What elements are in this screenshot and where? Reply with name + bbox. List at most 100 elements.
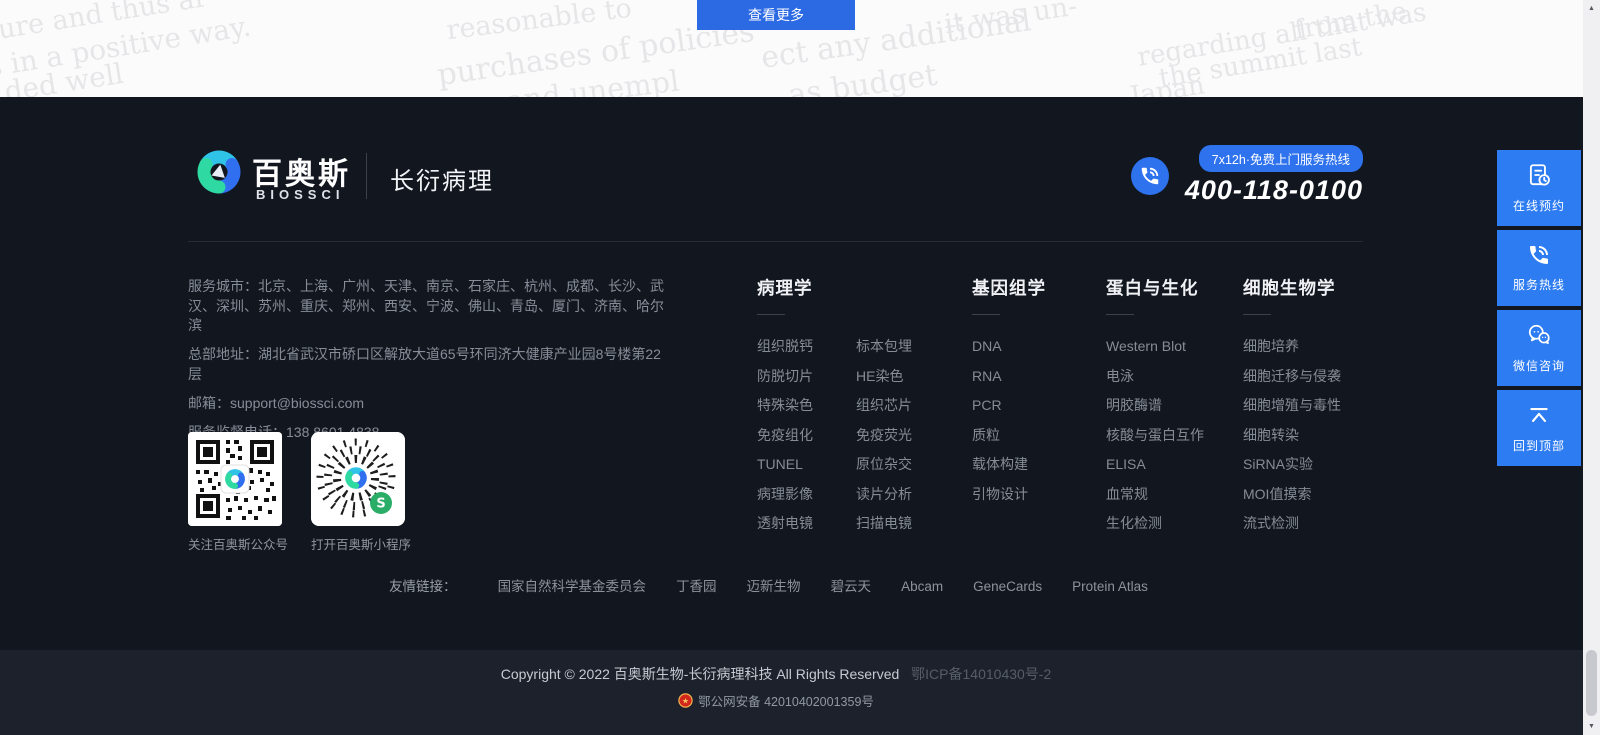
wechat-official-qr-block: 关注百奥斯公众号 [188, 432, 282, 553]
friend-link[interactable]: Protein Atlas [1072, 579, 1148, 594]
footer-link[interactable]: 血常规 [1106, 480, 1204, 510]
qr-caption: 关注百奥斯公众号 [188, 534, 282, 553]
footer-link[interactable]: 质粒 [972, 421, 1046, 451]
footer-link[interactable]: 病理影像 [757, 480, 830, 510]
footer-link[interactable]: 细胞培养 [1243, 332, 1341, 362]
footer-link[interactable]: 特殊染色 [757, 391, 830, 421]
friend-links-label: 友情链接： [389, 575, 457, 595]
phone-circle-icon [1131, 157, 1169, 195]
hotline-badge: 7x12h·免费上门服务热线 [1199, 145, 1363, 172]
footer-link[interactable]: 透射电镜 [757, 509, 830, 539]
friend-link[interactable]: 国家自然科学基金委员会 [498, 579, 647, 594]
footer-link[interactable]: DNA [972, 332, 1046, 362]
svg-text:S: S [376, 497, 385, 512]
footer-link[interactable]: ELISA [1106, 450, 1204, 480]
friend-link[interactable]: 迈新生物 [747, 579, 801, 594]
quick-action-sidebar: 在线预约 服务热线 [1497, 150, 1581, 466]
scrollbar-up-arrow[interactable]: ▲ [1583, 0, 1600, 17]
sub-brand-name: 长衍病理 [390, 161, 494, 196]
footer-link[interactable]: 引物设计 [972, 480, 1046, 510]
footer-link[interactable]: 原位杂交 [856, 450, 912, 480]
footer-link[interactable]: 电泳 [1106, 362, 1204, 392]
contact-info: 服务城市：北京、上海、广州、天津、南京、石家庄、杭州、成都、长沙、武汉、深圳、苏… [188, 277, 674, 452]
footer-link[interactable]: 载体构建 [972, 450, 1046, 480]
footer-link[interactable]: Western Blot [1106, 332, 1204, 362]
footer-link[interactable]: 标本包埋 [856, 332, 912, 362]
hotline-block: 7x12h·免费上门服务热线 400-118-0100 [1131, 145, 1363, 206]
friend-link[interactable]: Abcam [901, 579, 943, 594]
page-top-preview: ature and thus af- s in a positive way. … [0, 0, 1600, 97]
footer-link[interactable]: 明胶酶谱 [1106, 391, 1204, 421]
footer-link[interactable]: 生化检测 [1106, 509, 1204, 539]
page: ature and thus af- s in a positive way. … [0, 0, 1600, 735]
footer-link[interactable]: 细胞迁移与侵袭 [1243, 362, 1341, 392]
footer: 百奥斯 BIOSSCI 长衍病理 7x12h·免费上门服务热线 400-118-… [0, 97, 1600, 650]
service-hotline-button[interactable]: 服务热线 [1497, 230, 1581, 306]
friend-link[interactable]: 丁香园 [676, 579, 717, 594]
footer-link[interactable]: TUNEL [757, 450, 830, 480]
scrollbar-thumb[interactable] [1586, 650, 1597, 716]
copyright-bar: Copyright © 2022 百奥斯生物-长衍病理科技 All Rights… [0, 650, 1600, 735]
brand-name-en: BIOSSCI [256, 187, 344, 202]
email-text: 邮箱：support@biossci.com [188, 394, 674, 414]
footer-column-cell-biology: 细胞生物学 细胞培养细胞迁移与侵袭细胞增殖与毒性细胞转染SiRNA实验MOI值摸… [1243, 275, 1341, 539]
watermark-text: reasonable to [445, 0, 634, 46]
wechat-consult-button[interactable]: 微信咨询 [1497, 310, 1581, 386]
footer-link[interactable]: MOI值摸索 [1243, 480, 1341, 510]
footer-link[interactable]: 细胞转染 [1243, 421, 1341, 451]
online-booking-button[interactable]: 在线预约 [1497, 150, 1581, 226]
column-title-underline [972, 314, 1000, 315]
footer-link[interactable]: 免疫荧光 [856, 421, 912, 451]
watermark-text: s in a positive way. [0, 9, 253, 83]
scrollbar-down-arrow[interactable]: ▼ [1583, 718, 1600, 735]
footer-link[interactable]: 防脱切片 [757, 362, 830, 392]
service-cities-text: 服务城市：北京、上海、广州、天津、南京、石家庄、杭州、成都、长沙、武汉、深圳、苏… [188, 277, 674, 336]
watermark-text: regarding all that was [1135, 0, 1428, 73]
footer-column-genomics: 基因组学 DNARNAPCR质粒载体构建引物设计 [972, 275, 1046, 509]
watermark-text: as budget [786, 58, 939, 97]
police-badge-icon: ★ [678, 693, 693, 709]
footer-link[interactable]: 组织芯片 [856, 391, 912, 421]
footer-link[interactable]: 细胞增殖与毒性 [1243, 391, 1341, 421]
footer-link[interactable]: 组织脱钙 [757, 332, 830, 362]
watermark-text: ded well [2, 57, 125, 97]
calendar-clock-icon [1526, 162, 1552, 191]
watermark-text: Japan [1128, 70, 1207, 97]
sidebar-item-label: 回到顶部 [1513, 437, 1565, 454]
hotline-number: 400-118-0100 [1185, 175, 1363, 206]
footer-link[interactable]: PCR [972, 391, 1046, 421]
wechat-official-qr-code [188, 432, 282, 526]
friend-links-row: 友情链接： 国家自然科学基金委员会 丁香园 迈新生物 碧云天 Abcam GeneCard… [0, 575, 1552, 595]
wechat-icon [1526, 322, 1552, 351]
footer-link[interactable]: 核酸与蛋白互作 [1106, 421, 1204, 451]
sidebar-item-label: 在线预约 [1513, 197, 1565, 214]
footer-link[interactable]: 流式检测 [1243, 509, 1341, 539]
footer-link[interactable]: 免疫组化 [757, 421, 830, 451]
footer-link[interactable]: 扫描电镜 [856, 509, 912, 539]
friend-link[interactable]: 碧云天 [831, 579, 872, 594]
friend-link[interactable]: GeneCards [973, 579, 1042, 594]
footer-link[interactable]: RNA [972, 362, 1046, 392]
footer-link[interactable]: SiRNA实验 [1243, 450, 1341, 480]
scrollbar[interactable]: ▲ ▼ [1583, 0, 1600, 735]
watermark-text: the summit last [1157, 32, 1364, 94]
column-title-underline [1243, 314, 1271, 315]
footer-column-pathology: 病理学 组织脱钙防脱切片特殊染色免疫组化TUNEL病理影像透射电镜 标本包埋HE… [757, 275, 912, 539]
view-more-button[interactable]: 查看更多 [697, 0, 855, 30]
biossci-logo-icon [188, 143, 250, 206]
icp-number-link[interactable]: 鄂ICP备14010430号-2 [911, 666, 1051, 682]
footer-link[interactable]: HE染色 [856, 362, 912, 392]
column-title: 病理学 [757, 275, 912, 300]
column-title: 基因组学 [972, 275, 1046, 300]
sidebar-item-label: 服务热线 [1513, 276, 1565, 293]
police-record-link[interactable]: 鄂公网安备 42010402001359号 [698, 691, 874, 710]
column-title: 细胞生物学 [1243, 275, 1341, 300]
footer-link[interactable]: 读片分析 [856, 480, 912, 510]
copyright-text: Copyright © 2022 百奥斯生物-长衍病理科技 All Rights… [501, 666, 900, 682]
mini-program-qr-block: S 打开百奥斯小程序 [311, 432, 405, 553]
arrow-up-icon [1526, 402, 1552, 431]
back-to-top-button[interactable]: 回到顶部 [1497, 390, 1581, 466]
phone-icon [1527, 243, 1551, 270]
mini-program-qr-code: S [311, 432, 405, 526]
watermark-text: ature and thus af- [0, 0, 214, 50]
